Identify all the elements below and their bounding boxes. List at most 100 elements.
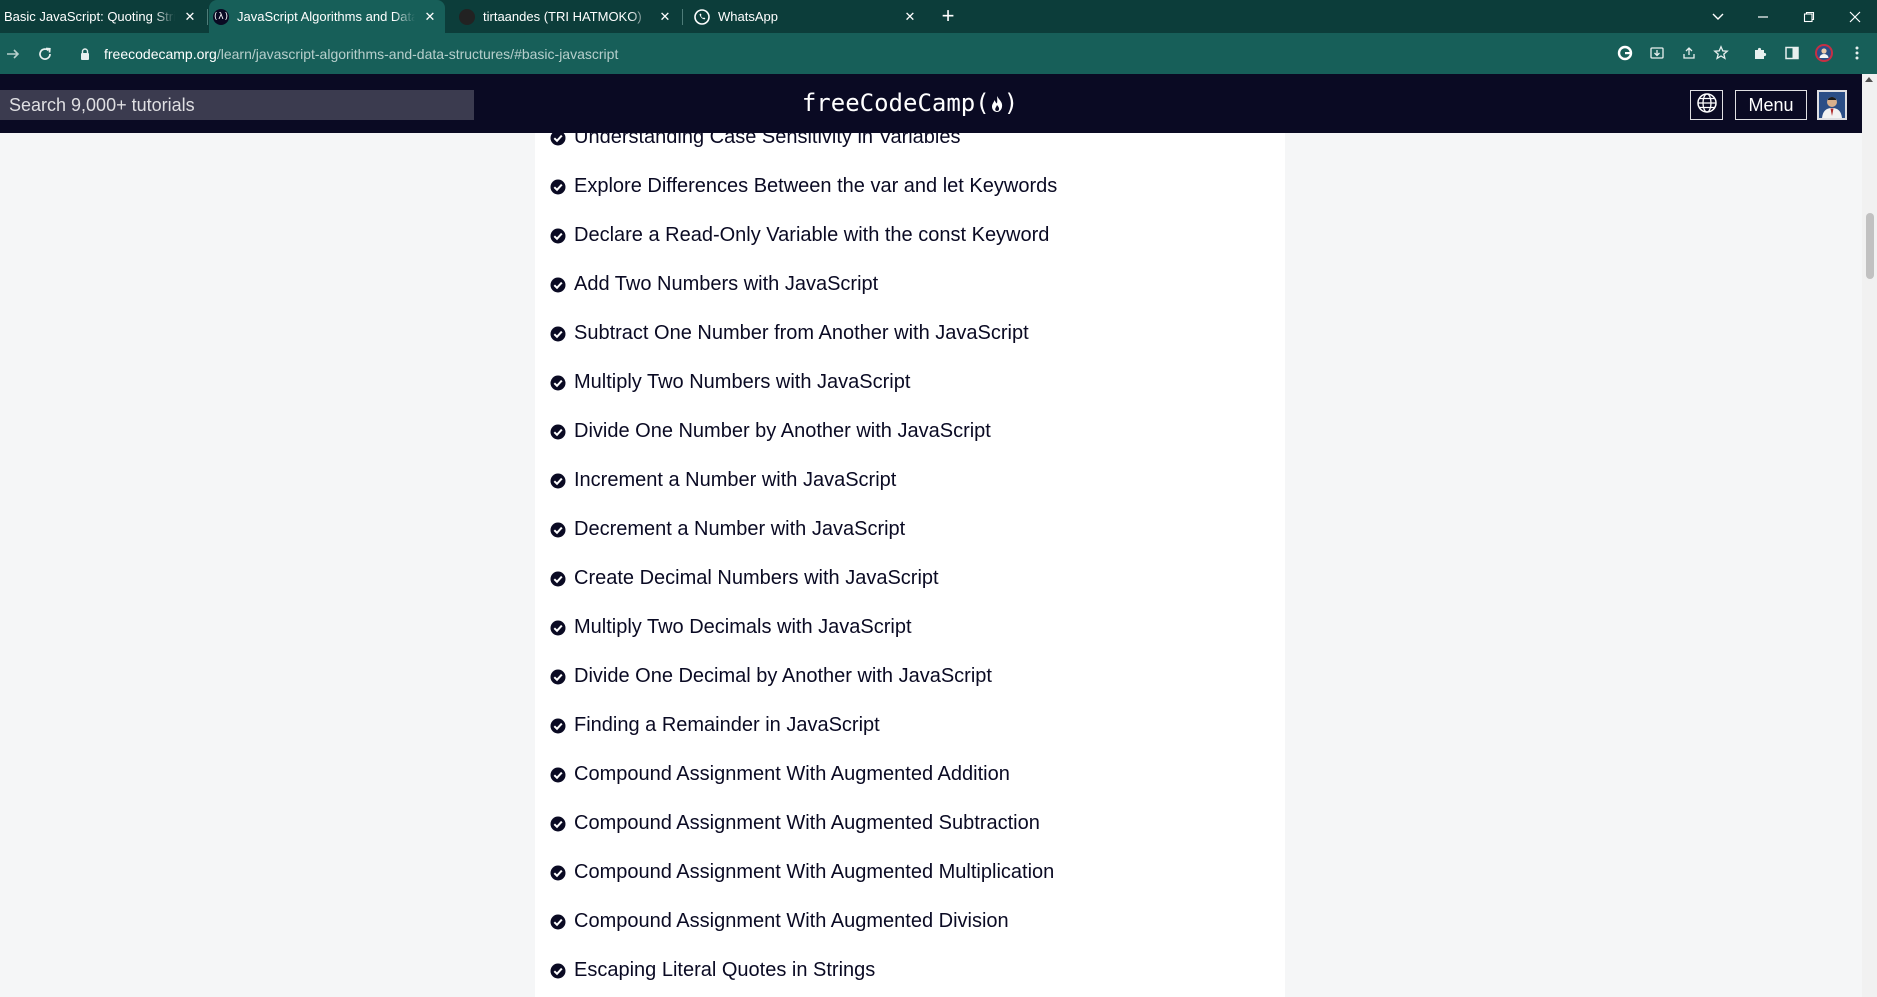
close-tab-icon[interactable]: ✕ (901, 8, 919, 26)
tab-search-chevron-icon[interactable] (1696, 0, 1740, 33)
challenge-item[interactable]: Divide One Number by Another with JavaSc… (550, 416, 991, 446)
address-bar[interactable]: freecodecamp.org/learn/javascript-algori… (68, 38, 1608, 69)
challenge-item[interactable]: Subtract One Number from Another with Ja… (550, 318, 1029, 348)
challenge-item[interactable]: Compound Assignment With Augmented Addit… (550, 759, 1010, 789)
challenge-title: Finding a Remainder in JavaScript (574, 713, 880, 736)
check-circle-icon (550, 864, 566, 881)
challenge-title: Multiply Two Numbers with JavaScript (574, 370, 911, 393)
challenge-title: Add Two Numbers with JavaScript (574, 272, 879, 295)
challenge-item[interactable]: Divide One Decimal by Another with JavaS… (550, 661, 992, 691)
challenge-title: Subtract One Number from Another with Ja… (574, 321, 1029, 344)
forward-arrow-icon[interactable] (0, 41, 26, 67)
check-circle-icon (550, 133, 566, 146)
page-content: Understanding Case Sensitivity in Variab… (0, 133, 1862, 997)
extensions-puzzle-icon[interactable] (1749, 42, 1771, 64)
challenge-item[interactable]: Understanding Case Sensitivity in Variab… (550, 133, 961, 152)
flame-icon (990, 89, 1004, 117)
challenge-title: Declare a Read-Only Variable with the co… (574, 223, 1050, 246)
browser-toolbar: freecodecamp.org/learn/javascript-algori… (0, 33, 1877, 74)
challenge-title: Compound Assignment With Augmented Subtr… (574, 811, 1040, 834)
profile-avatar-icon[interactable] (1813, 42, 1835, 64)
check-circle-icon (550, 374, 566, 391)
challenge-item[interactable]: Explore Differences Between the var and … (550, 171, 1057, 201)
check-circle-icon (550, 717, 566, 734)
check-circle-icon (550, 913, 566, 930)
challenge-item[interactable]: Compound Assignment With Augmented Divis… (550, 906, 1009, 936)
challenge-item[interactable]: Compound Assignment With Augmented Subtr… (550, 808, 1040, 838)
challenge-item[interactable]: Finding a Remainder in JavaScript (550, 710, 880, 740)
check-circle-icon (550, 472, 566, 489)
challenge-item[interactable]: Add Two Numbers with JavaScript (550, 269, 878, 299)
check-circle-icon (550, 178, 566, 195)
close-window-icon[interactable] (1833, 0, 1877, 33)
new-tab-button[interactable]: + (935, 4, 961, 30)
challenge-item[interactable]: Decrement a Number with JavaScript (550, 514, 905, 544)
challenge-title: Compound Assignment With Augmented Divis… (574, 909, 1009, 932)
globe-icon (1696, 92, 1718, 119)
install-app-icon[interactable] (1646, 42, 1668, 64)
check-circle-icon (550, 570, 566, 587)
lock-icon[interactable] (78, 47, 92, 61)
language-globe-button[interactable] (1690, 90, 1723, 120)
check-circle-icon (550, 521, 566, 538)
challenge-item[interactable]: Compound Assignment With Augmented Multi… (550, 857, 1054, 887)
challenge-title: Increment a Number with JavaScript (574, 468, 897, 491)
check-circle-icon (550, 766, 566, 783)
check-circle-icon (550, 227, 566, 244)
google-lens-icon[interactable] (1614, 42, 1636, 64)
browser-tab-4[interactable]: WhatsApp ✕ (690, 0, 925, 33)
logo-text: freeCodeCamp( (801, 89, 990, 117)
share-icon[interactable] (1678, 42, 1700, 64)
challenge-title: Escaping Literal Quotes in Strings (574, 958, 876, 981)
challenge-title: Multiply Two Decimals with JavaScript (574, 615, 912, 638)
check-circle-icon (550, 815, 566, 832)
reload-icon[interactable] (32, 41, 58, 67)
restore-icon[interactable] (1787, 0, 1831, 33)
check-circle-icon (550, 619, 566, 636)
challenge-item[interactable]: Escaping Literal Quotes in Strings (550, 955, 875, 985)
challenge-title: Explore Differences Between the var and … (574, 174, 1058, 197)
side-panel-icon[interactable] (1781, 42, 1803, 64)
tab-title: JavaScript Algorithms and Data Structure… (237, 9, 415, 24)
close-tab-icon[interactable]: ✕ (181, 8, 199, 26)
github-icon (459, 8, 475, 25)
check-circle-icon (550, 325, 566, 342)
challenge-title: Divide One Decimal by Another with JavaS… (574, 664, 992, 687)
bookmark-star-icon[interactable] (1710, 42, 1732, 64)
challenge-title: Compound Assignment With Augmented Addit… (574, 762, 1010, 785)
menu-button[interactable]: Menu (1735, 90, 1807, 120)
close-tab-icon[interactable]: ✕ (421, 8, 439, 26)
tab-divider (682, 9, 683, 25)
close-tab-icon[interactable]: ✕ (656, 8, 674, 26)
challenge-item[interactable]: Create Decimal Numbers with JavaScript (550, 563, 939, 593)
challenge-title: Understanding Case Sensitivity in Variab… (574, 133, 961, 148)
more-options-icon[interactable] (1846, 42, 1868, 64)
check-circle-icon (550, 423, 566, 440)
challenge-item[interactable]: Increment a Number with JavaScript (550, 465, 896, 495)
challenge-title: Create Decimal Numbers with JavaScript (574, 566, 939, 589)
user-avatar[interactable] (1817, 90, 1847, 120)
check-circle-icon (550, 668, 566, 685)
scrollbar-thumb[interactable] (1866, 213, 1874, 279)
search-input[interactable]: Search 9,000+ tutorials (0, 90, 474, 120)
challenge-item[interactable]: Multiply Two Numbers with JavaScript (550, 367, 910, 397)
challenge-item[interactable]: Declare a Read-Only Variable with the co… (550, 220, 1049, 250)
scroll-up-arrow-icon[interactable] (1865, 77, 1873, 82)
page-scrollbar[interactable] (1862, 74, 1877, 997)
challenge-title: Divide One Number by Another with JavaSc… (574, 419, 991, 442)
browser-tab-strip: Basic JavaScript: Quoting Strings ✕ (λ) … (0, 0, 1877, 33)
tab-divider (207, 9, 208, 25)
freecodecamp-icon: (λ) (213, 8, 229, 25)
browser-tab-3[interactable]: tirtaandes (TRI HATMOKO) ✕ (455, 0, 680, 33)
url-path: /learn/javascript-algorithms-and-data-st… (216, 45, 619, 62)
browser-tab-1[interactable]: Basic JavaScript: Quoting Strings ✕ (0, 0, 205, 33)
tab-title: Basic JavaScript: Quoting Strings (4, 9, 175, 24)
challenge-title: Compound Assignment With Augmented Multi… (574, 860, 1055, 883)
browser-tab-2[interactable]: (λ) JavaScript Algorithms and Data Struc… (209, 0, 445, 33)
challenge-item[interactable]: Multiply Two Decimals with JavaScript (550, 612, 912, 642)
whatsapp-icon (694, 8, 710, 25)
minimize-icon[interactable] (1741, 0, 1785, 33)
challenge-title: Decrement a Number with JavaScript (574, 517, 906, 540)
fcc-logo[interactable]: freeCodeCamp() (760, 86, 1060, 120)
tab-title: tirtaandes (TRI HATMOKO) (483, 9, 642, 24)
